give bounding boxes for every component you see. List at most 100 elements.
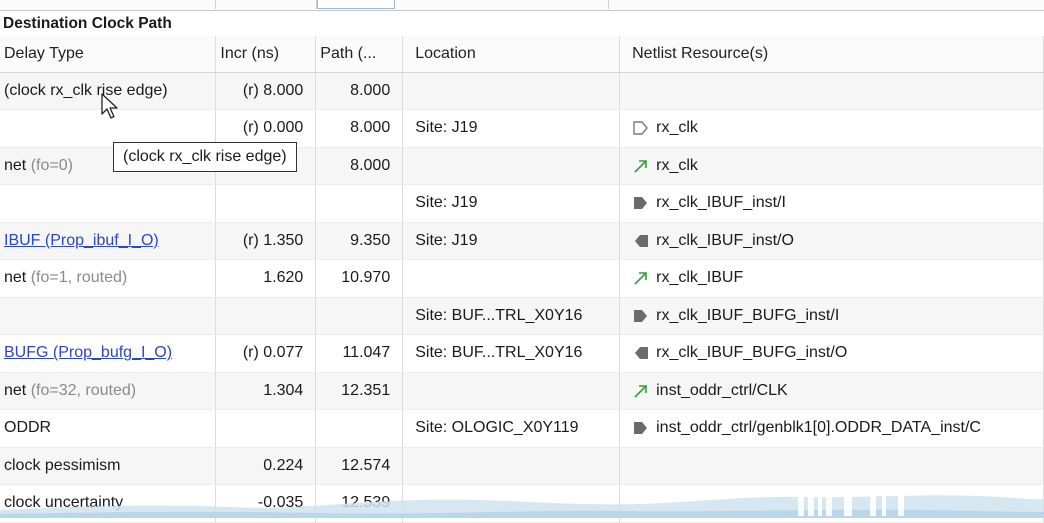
table-row[interactable]: IBUF (Prop_ibuf_I_O) (r) 1.350 9.350 Site: … xyxy=(0,222,1044,260)
delay-type-cell xyxy=(0,184,217,223)
netlist-resource-label: rx_clk_IBUF xyxy=(656,269,744,287)
location-cell xyxy=(402,72,621,110)
netlist-resource-label: inst_oddr_ctrl/genblk1[0].ODDR_DATA_inst… xyxy=(656,419,981,437)
path-cell xyxy=(315,409,404,448)
top-strip-cell xyxy=(0,0,216,9)
column-header-path[interactable]: Path (... xyxy=(315,36,404,73)
path-cell: 8.000 xyxy=(315,72,404,110)
location-cell: Site: J19 xyxy=(402,109,621,148)
pin-input-icon xyxy=(632,194,656,211)
netlist-resource-cell[interactable]: rx_clk_IBUF_inst/I xyxy=(619,184,1044,223)
netlist-resource-label: rx_clk xyxy=(656,156,698,174)
delay-type-label: net xyxy=(4,269,27,287)
net-arrow-icon xyxy=(632,269,656,286)
table-row[interactable]: ODDR Site: OLOGIC_X0Y119 inst_oddr_ctrl/ge… xyxy=(0,409,1044,448)
table-header-row: Delay Type Incr (ns) Path (... Location … xyxy=(0,36,1044,73)
netlist-resource-label: inst_oddr_ctrl/CLK xyxy=(656,381,788,399)
netlist-resource-cell[interactable]: rx_clk_IBUF_BUFG_inst/O xyxy=(619,334,1044,373)
netlist-resource-cell[interactable]: inst_oddr_ctrl/genblk1[0].ODDR_DATA_inst… xyxy=(619,409,1044,448)
path-cell xyxy=(315,184,404,223)
net-arrow-icon xyxy=(632,157,656,174)
table-row[interactable]: clock pessimism 0.224 12.574 xyxy=(0,447,1044,485)
delay-type-cell: net (fo=32, routed) xyxy=(0,372,217,410)
pin-input-icon xyxy=(632,307,656,324)
table-row[interactable]: net (fo=32, routed) 1.304 12.351 inst_oddr_… xyxy=(0,372,1044,410)
incr-cell: 0.224 xyxy=(215,447,317,485)
table-row[interactable]: net (fo=1, routed) 1.620 10.970 rx_clk_IBUF xyxy=(0,259,1044,298)
incr-cell xyxy=(215,184,317,223)
delay-type-cell: BUFG (Prop_bufg_I_O) xyxy=(0,334,217,373)
path-cell: 8.000 xyxy=(315,147,404,185)
location-cell: Site: OLOGIC_X0Y119 xyxy=(402,409,621,448)
column-header-location[interactable]: Location xyxy=(402,36,621,73)
location-cell xyxy=(402,259,621,298)
table-row[interactable]: (clock rx_clk rise edge) (r) 8.000 8.000 xyxy=(0,72,1044,110)
location-cell: Site: J19 xyxy=(402,184,621,223)
delay-type-cell: IBUF (Prop_ibuf_I_O) xyxy=(0,222,217,260)
delay-type-cell: net (fo=1, routed) xyxy=(0,259,217,298)
incr-cell: 1.304 xyxy=(215,372,317,410)
table-row[interactable]: BUFG (Prop_bufg_I_O) (r) 0.077 11.047 Site:… xyxy=(0,334,1044,373)
delay-type-label: net xyxy=(4,156,27,174)
pin-input-icon xyxy=(632,419,656,436)
location-cell: Site: BUF...TRL_X0Y16 xyxy=(402,297,621,335)
location-cell xyxy=(402,147,621,185)
location-cell: Site: BUF...TRL_X0Y16 xyxy=(402,334,621,373)
location-cell xyxy=(402,447,621,485)
incr-cell: (r) 8.000 xyxy=(215,72,317,110)
path-cell: 12.574 xyxy=(315,447,404,485)
net-arrow-icon xyxy=(632,382,656,399)
section-title: Destination Clock Path xyxy=(0,12,1044,35)
location-cell xyxy=(402,372,621,410)
column-header-delay-type[interactable]: Delay Type xyxy=(0,36,217,73)
netlist-resource-cell[interactable]: rx_clk xyxy=(619,109,1044,148)
incr-cell: 1.620 xyxy=(215,259,317,298)
delay-type-label: clock pessimism xyxy=(4,456,121,474)
path-cell: 9.350 xyxy=(315,222,404,260)
table-row[interactable]: Site: J19 rx_clk_IBUF_inst/I xyxy=(0,184,1044,223)
column-header-incr[interactable]: Incr (ns) xyxy=(215,36,317,73)
delay-type-label: (clock rx_clk rise edge) xyxy=(4,81,168,99)
netlist-resource-cell[interactable]: rx_clk xyxy=(619,147,1044,185)
location-cell: Site: J19 xyxy=(402,222,621,260)
fanout-note: (fo=0) xyxy=(26,156,73,174)
delay-type-link[interactable]: BUFG (Prop_bufg_I_O) xyxy=(4,344,172,361)
delay-type-cell: ODDR xyxy=(0,409,217,448)
column-header-netlist-resources[interactable]: Netlist Resource(s) xyxy=(619,36,1044,73)
top-table-strip xyxy=(0,0,1044,11)
delay-type-label: ODDR xyxy=(4,419,52,437)
path-cell: 12.351 xyxy=(315,372,404,410)
path-cell: 8.000 xyxy=(315,109,404,148)
mouse-cursor-icon xyxy=(101,93,118,119)
delay-type-label: net xyxy=(4,381,27,399)
netlist-resource-cell[interactable]: rx_clk_IBUF_BUFG_inst/I xyxy=(619,297,1044,335)
netlist-resource-label: rx_clk xyxy=(656,119,698,137)
fanout-note: (fo=1, routed) xyxy=(26,269,128,287)
netlist-resource-cell[interactable] xyxy=(619,72,1044,110)
incr-cell xyxy=(215,409,317,448)
fanout-note: (fo=32, routed) xyxy=(26,381,137,399)
delay-type-link[interactable]: IBUF (Prop_ibuf_I_O) xyxy=(4,232,159,249)
delay-type-cell xyxy=(0,297,217,335)
top-strip-cell xyxy=(394,0,609,9)
tooltip: (clock rx_clk rise edge) xyxy=(113,142,297,172)
path-cell: 10.970 xyxy=(315,259,404,298)
path-cell: 11.047 xyxy=(315,334,404,373)
netlist-resource-cell[interactable] xyxy=(619,447,1044,485)
netlist-resource-cell[interactable]: rx_clk_IBUF_inst/O xyxy=(619,222,1044,260)
pin-output-icon xyxy=(632,232,656,249)
path-cell xyxy=(315,297,404,335)
netlist-resource-cell[interactable]: rx_clk_IBUF xyxy=(619,259,1044,298)
delay-type-cell: clock pessimism xyxy=(0,447,217,485)
pin-output-icon xyxy=(632,344,656,361)
netlist-resource-label: rx_clk_IBUF_BUFG_inst/I xyxy=(656,306,840,324)
incr-cell: (r) 1.350 xyxy=(215,222,317,260)
netlist-resource-cell[interactable]: inst_oddr_ctrl/CLK xyxy=(619,372,1044,410)
port-input-icon xyxy=(632,119,656,136)
top-strip-cell xyxy=(216,0,317,9)
destination-clock-path-table: Delay Type Incr (ns) Path (... Location … xyxy=(0,36,1044,523)
top-strip-selected-cell[interactable] xyxy=(317,0,395,9)
netlist-resource-label: rx_clk_IBUF_inst/O xyxy=(656,231,794,249)
table-row[interactable]: Site: BUF...TRL_X0Y16 rx_clk_IBUF_BUFG_in… xyxy=(0,297,1044,335)
netlist-resource-label: rx_clk_IBUF_BUFG_inst/O xyxy=(656,344,848,362)
